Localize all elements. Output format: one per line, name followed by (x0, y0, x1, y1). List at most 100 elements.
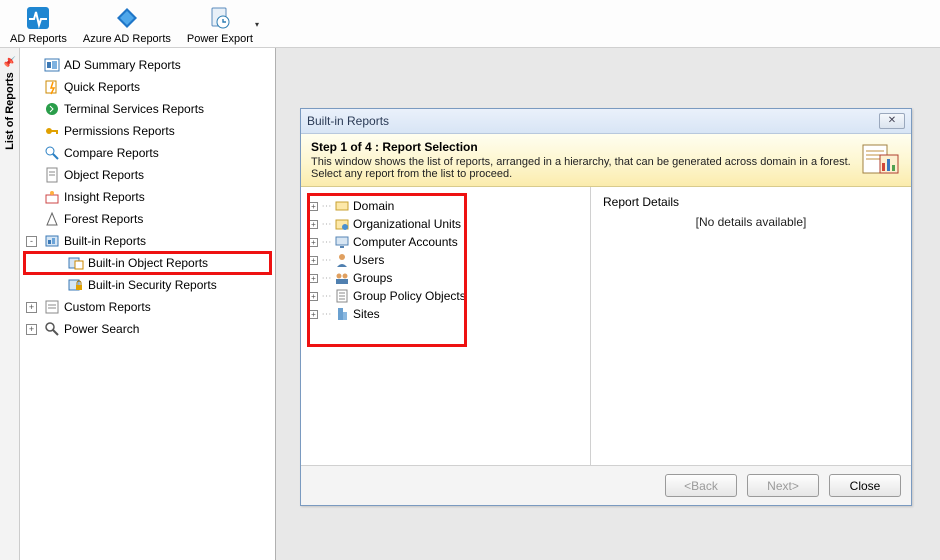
tree-item[interactable]: Permissions Reports (24, 120, 271, 142)
terminal-icon (44, 101, 60, 117)
report-category-node[interactable]: +⋯ Computer Accounts (309, 233, 582, 251)
dialog-close-button[interactable]: ✕ (879, 113, 905, 129)
main: List of Reports 📌 AD Summary Reports Quic… (0, 48, 940, 560)
ad-reports-button[interactable]: AD Reports (4, 2, 73, 47)
power-export-group: Power Export ▾ (181, 2, 263, 47)
expand-icon[interactable]: + (26, 302, 37, 313)
tree-item-label: Custom Reports (64, 300, 151, 314)
user-icon (334, 252, 350, 268)
dialog-header: Step 1 of 4 : Report Selection This wind… (301, 134, 911, 187)
ad-reports-label: AD Reports (10, 33, 67, 45)
report-node-label: Sites (353, 307, 380, 321)
tree-item-label: Built-in Security Reports (88, 278, 217, 292)
report-node-label: Computer Accounts (353, 235, 458, 249)
azure-ad-reports-button[interactable]: Azure AD Reports (77, 2, 177, 47)
tree-item[interactable]: -Built-in Reports (24, 230, 271, 252)
step-label: Step 1 of 4 : Report Selection (311, 140, 851, 154)
report-node-label: Group Policy Objects (353, 289, 466, 303)
tree-item[interactable]: Built-in Security Reports (24, 274, 271, 296)
tree-item-label: Power Search (64, 322, 139, 336)
tree-connector-icon: ⋯ (321, 273, 331, 284)
ou-icon (334, 216, 350, 232)
expand-icon[interactable]: + (309, 256, 318, 265)
report-category-node[interactable]: +⋯ Groups (309, 269, 582, 287)
pin-icon: 📌 (4, 56, 15, 68)
report-node-label: Organizational Units (353, 217, 461, 231)
details-title: Report Details (603, 195, 899, 209)
compare-icon (44, 145, 60, 161)
forest-icon (44, 211, 60, 227)
tree-item-label: Permissions Reports (64, 124, 175, 138)
report-node-label: Users (353, 253, 384, 267)
report-tree-panel: AD Summary Reports Quick Reports Terminal … (20, 48, 276, 560)
site-icon (334, 306, 350, 322)
expand-icon[interactable]: + (309, 274, 318, 283)
object-icon (44, 167, 60, 183)
tree-connector-icon: ⋯ (321, 219, 331, 230)
tree-item-label: Compare Reports (64, 146, 159, 160)
side-tab-label: List of Reports (4, 72, 16, 150)
azure-icon (113, 4, 141, 32)
summary-icon (44, 57, 60, 73)
tree-connector-icon: ⋯ (321, 291, 331, 302)
expand-icon[interactable]: + (309, 220, 318, 229)
power-export-label: Power Export (187, 33, 253, 45)
report-category-node[interactable]: +⋯Domain (309, 197, 582, 215)
tree-item[interactable]: Terminal Services Reports (24, 98, 271, 120)
power-export-button[interactable]: Power Export (181, 2, 259, 47)
dialog-body: +⋯Domain+⋯Organizational Units+⋯Computer… (301, 187, 911, 465)
pulse-icon (24, 4, 52, 32)
report-node-label: Groups (353, 271, 392, 285)
azure-ad-reports-label: Azure AD Reports (83, 33, 171, 45)
permissions-icon (44, 123, 60, 139)
report-details-pane: Report Details [No details available] (591, 187, 911, 465)
expand-icon[interactable]: + (26, 324, 37, 335)
tree-item[interactable]: + Power Search (24, 318, 271, 340)
dialog-footer: <Back Next> Close (301, 465, 911, 505)
toolbar: AD Reports Azure AD Reports Power Export… (0, 0, 940, 48)
tree-connector-icon: ⋯ (321, 255, 331, 266)
report-category-node[interactable]: +⋯ Organizational Units (309, 215, 582, 233)
tree-item[interactable]: Quick Reports (24, 76, 271, 98)
builtin-icon (44, 233, 60, 249)
tree-item-label: Terminal Services Reports (64, 102, 204, 116)
expand-icon[interactable]: + (309, 238, 318, 247)
report-category-node[interactable]: +⋯ Users (309, 251, 582, 269)
report-header-icon (861, 140, 901, 176)
tree-item[interactable]: + Custom Reports (24, 296, 271, 318)
tree-item[interactable]: Object Reports (24, 164, 271, 186)
report-categories-tree: +⋯Domain+⋯Organizational Units+⋯Computer… (301, 187, 591, 465)
expand-icon[interactable]: + (309, 202, 318, 211)
tree-item[interactable]: AD Summary Reports (24, 54, 271, 76)
tree-item[interactable]: Compare Reports (24, 142, 271, 164)
document-clock-icon (206, 4, 234, 32)
side-tab[interactable]: List of Reports 📌 (0, 48, 20, 560)
chevron-down-icon[interactable]: ▾ (255, 20, 263, 29)
domain-icon (334, 198, 350, 214)
tree-connector-icon: ⋯ (321, 237, 331, 248)
content-area: Built-in Reports ✕ Step 1 of 4 : Report … (276, 48, 940, 560)
quick-icon (44, 79, 60, 95)
back-button[interactable]: <Back (665, 474, 737, 497)
group-icon (334, 270, 350, 286)
dialog-titlebar[interactable]: Built-in Reports ✕ (301, 109, 911, 134)
report-category-node[interactable]: +⋯ Group Policy Objects (309, 287, 582, 305)
tree-item[interactable]: Forest Reports (24, 208, 271, 230)
tree-item-label: Object Reports (64, 168, 144, 182)
next-button[interactable]: Next> (747, 474, 819, 497)
close-button[interactable]: Close (829, 474, 901, 497)
report-category-node[interactable]: +⋯Sites (309, 305, 582, 323)
collapse-icon[interactable]: - (26, 236, 37, 247)
custom-icon (44, 299, 60, 315)
tree-item[interactable]: Insight Reports (24, 186, 271, 208)
builtin-sec-icon (68, 277, 84, 293)
builtin-reports-dialog: Built-in Reports ✕ Step 1 of 4 : Report … (300, 108, 912, 506)
dialog-title: Built-in Reports (307, 114, 389, 128)
tree-item-label: Quick Reports (64, 80, 140, 94)
insight-icon (44, 189, 60, 205)
tree-connector-icon: ⋯ (321, 201, 331, 212)
tree-item-label: Insight Reports (64, 190, 145, 204)
expand-icon[interactable]: + (309, 292, 318, 301)
expand-icon[interactable]: + (309, 310, 318, 319)
tree-item[interactable]: Built-in Object Reports (24, 252, 271, 274)
